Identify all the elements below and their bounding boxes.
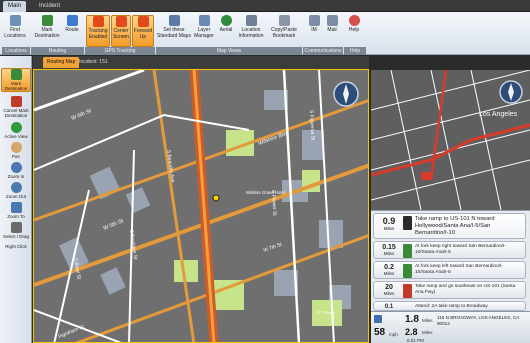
step-text: Attend: 2A take ramp to Broadway — [415, 304, 488, 309]
mail-icon — [326, 15, 338, 26]
step-distance: 20 Miles — [383, 284, 395, 296]
group-communications: Communications — [303, 47, 343, 55]
check-icon — [10, 122, 22, 133]
forward-up-button[interactable]: Forward Up — [132, 15, 154, 47]
step-text: Take ramp and go southeast on US-101 (Sa… — [415, 284, 516, 295]
group-map-views: Map Views — [156, 47, 302, 55]
speed-value: 58 — [374, 327, 386, 338]
cancel-mark-destination-tool[interactable]: Cancel Mark Destination — [1, 96, 31, 120]
zoom-out-tool[interactable]: Zoom Out — [1, 182, 31, 200]
distance-total-unit: Miles — [422, 330, 433, 335]
city-label: Los Angeles — [479, 111, 518, 118]
select-icon — [10, 222, 22, 233]
map-tab-bar: Routing Map Incident: 151 — [33, 56, 369, 69]
step-distance: 0.1 — [384, 304, 394, 310]
aerial-button[interactable]: Aerial — [218, 15, 234, 47]
navigation-status-bar: 58 mph 1.8 Miles 2.8 Miles 6:01 PM 115 N… — [371, 311, 530, 343]
direction-step[interactable]: 0.2 Miles At fork keep left toward San Be… — [373, 261, 526, 279]
highway-shield-icon — [421, 172, 431, 180]
cancel-flag-icon — [10, 96, 22, 107]
tracking-icon — [92, 16, 104, 27]
group-routing: Routing — [31, 47, 84, 55]
zoom-to-icon — [10, 202, 22, 213]
step-distance: 0.15 Miles — [382, 244, 396, 256]
flag-icon — [10, 69, 22, 80]
direction-step[interactable]: 20 Miles Take ramp and go southeast on US… — [373, 281, 526, 299]
left-toolbar: Mark Destination Cancel Mark Destination… — [0, 56, 32, 343]
group-locations: Locations — [2, 47, 30, 55]
center-screen-button[interactable]: Center Screen — [111, 15, 131, 47]
layer-manager-button[interactable]: Layer Manager — [192, 15, 216, 47]
zoom-to-tool[interactable]: Zoom To — [1, 202, 31, 220]
info-icon — [245, 15, 257, 26]
current-maneuver[interactable]: 0.9 Miles Take ramp to US-101 N toward Ho… — [373, 213, 526, 239]
zoom-in-icon — [10, 162, 22, 173]
tab-incident[interactable]: Incident — [34, 1, 65, 12]
routing-map[interactable]: W 6th St W 5th St Wilshire Blvd S Flower… — [33, 69, 369, 343]
flag-icon — [41, 15, 53, 26]
globe-icon — [220, 15, 232, 26]
route-icon — [66, 15, 78, 26]
step-distance: 0.2 Miles — [383, 264, 395, 276]
map-park — [174, 260, 198, 282]
place-label: Wilshire Grand Hotel — [246, 190, 285, 195]
tab-main[interactable]: Main — [3, 1, 27, 12]
map-canvas[interactable]: W 6th St W 5th St Wilshire Blvd S Flower… — [34, 70, 369, 343]
zoom-out-icon — [10, 182, 22, 193]
overview-map[interactable]: Los Angeles — [371, 70, 530, 210]
copy-paste-bookmark-button[interactable]: Copy/Paste Bookmark — [268, 15, 300, 47]
set-standard-maps-button[interactable]: Set these Standard Maps — [157, 15, 191, 47]
current-address: 115 N BROADWAY, LOS ANGELES, CA 90012 — [437, 315, 520, 326]
direction-step[interactable]: 0.1 Attend: 2A take ramp to Broadway — [373, 301, 526, 311]
help-icon — [348, 15, 360, 26]
distance-total-value: 2.8 — [405, 327, 418, 337]
place-label: FTT Street — [316, 310, 336, 315]
tab-incident-151[interactable]: Incident: 151 — [75, 57, 112, 68]
im-button[interactable]: IM — [306, 15, 322, 47]
vehicle-position-icon — [212, 194, 220, 202]
right-click-tool[interactable]: Right Click — [1, 244, 31, 252]
search-icon — [9, 15, 21, 26]
maps-icon — [168, 15, 180, 26]
help-button[interactable]: Help — [346, 15, 362, 47]
tracking-enabled-button[interactable]: Tracking Enabled — [86, 15, 110, 47]
step-text: At fork keep right toward San Bernardino… — [415, 244, 506, 255]
mark-destination-tool[interactable]: Mark Destination — [1, 68, 31, 92]
highway-shield-icon — [403, 284, 412, 298]
group-help: Help — [344, 47, 366, 55]
gps-icon — [374, 315, 382, 323]
step-text: At fork keep left toward San Bernardino/… — [415, 264, 503, 275]
distance-remaining-value: 1.8 — [405, 314, 419, 325]
maneuver-text: Take ramp to US-101 N toward Hollywood/S… — [415, 216, 495, 236]
road-sign-icon — [403, 244, 412, 258]
zoom-in-tool[interactable]: Zoom In — [1, 162, 31, 180]
road-sign-icon — [403, 264, 412, 278]
pan-tool[interactable]: Pan — [1, 142, 31, 160]
mark-destination-button[interactable]: Mark Destination — [33, 15, 61, 47]
maneuver-distance: 0.9 Miles — [382, 216, 396, 231]
speed-unit: mph — [389, 332, 398, 337]
layers-icon — [198, 15, 210, 26]
mail-button[interactable]: Mail — [324, 15, 340, 47]
select-drag-tool[interactable]: Select / Drag — [1, 222, 31, 240]
find-locations-button[interactable]: Find Locations — [3, 15, 27, 47]
eta-time: 6:01 PM — [407, 338, 424, 343]
hand-icon — [10, 142, 22, 153]
active-view-tool[interactable]: Active View — [1, 122, 31, 140]
center-icon — [115, 16, 127, 27]
distance-remaining-unit: Miles — [422, 318, 433, 323]
group-gps-tracking: GPS Tracking — [85, 47, 155, 55]
chat-icon — [308, 15, 320, 26]
traffic-sign-icon — [403, 216, 412, 230]
overview-map-canvas[interactable]: Los Angeles — [371, 70, 530, 210]
map-building — [319, 220, 343, 248]
ribbon-tab-row: Main Incident — [0, 0, 530, 12]
location-information-button[interactable]: Location Information — [236, 15, 266, 47]
direction-step[interactable]: 0.15 Miles At fork keep right toward San … — [373, 241, 526, 259]
route-button[interactable]: Route — [63, 15, 81, 47]
forward-up-icon — [137, 16, 149, 27]
ribbon: Find Locations Mark Destination Route Tr… — [0, 12, 530, 55]
tab-routing-map[interactable]: Routing Map — [43, 57, 80, 68]
bookmark-icon — [278, 15, 290, 26]
